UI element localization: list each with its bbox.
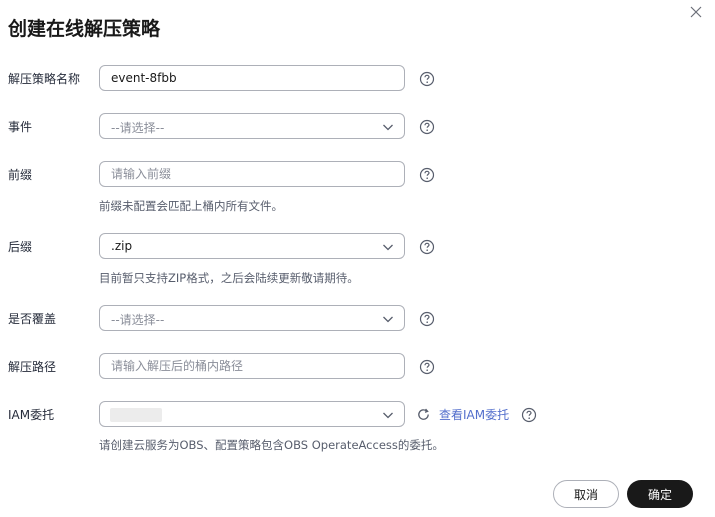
suffix-label: 后缀 (8, 240, 33, 254)
chevron-down-icon (383, 244, 393, 251)
iam-agency-label: IAM委托 (8, 408, 55, 422)
event-select-placeholder: --请选择-- (111, 121, 165, 135)
overwrite-label: 是否覆盖 (8, 312, 57, 326)
chevron-down-icon (383, 316, 393, 323)
decompress-path-label: 解压路径 (8, 360, 57, 374)
event-row: 事件 --请选择-- (0, 113, 715, 141)
decompress-path-field[interactable] (99, 353, 405, 379)
overwrite-select[interactable]: --请选择-- (99, 305, 405, 331)
prefix-label: 前缀 (8, 168, 33, 182)
prefix-row: 前缀 (0, 161, 715, 189)
policy-name-label: 解压策略名称 (8, 72, 81, 86)
chevron-down-icon (383, 124, 393, 131)
suffix-hint: 目前暂只支持ZIP格式，之后会陆续更新敬请期待。 (99, 271, 359, 285)
iam-agency-hint: 请创建云服务为OBS、配置策略包含OBS OperateAccess的委托。 (99, 438, 444, 452)
overwrite-select-placeholder: --请选择-- (111, 313, 165, 327)
iam-agency-select[interactable] (99, 401, 405, 427)
decompress-path-input[interactable] (111, 359, 381, 373)
confirm-button[interactable]: 确定 (627, 480, 693, 508)
suffix-row: 后缀 .zip (0, 233, 715, 261)
question-circle-icon[interactable] (419, 239, 435, 255)
dialog-title: 创建在线解压策略 (8, 18, 161, 40)
question-circle-icon[interactable] (419, 167, 435, 183)
question-circle-icon[interactable] (419, 359, 435, 375)
question-circle-icon[interactable] (419, 71, 435, 87)
policy-name-field[interactable] (99, 65, 405, 91)
question-circle-icon[interactable] (419, 119, 435, 135)
prefix-field[interactable] (99, 161, 405, 187)
question-circle-icon[interactable] (419, 311, 435, 327)
question-circle-icon[interactable] (521, 407, 537, 423)
event-label: 事件 (8, 120, 33, 134)
decompress-path-row: 解压路径 (0, 353, 715, 381)
prefix-hint: 前缀未配置会匹配上桶内所有文件。 (99, 199, 283, 213)
suffix-select-value: .zip (111, 239, 133, 253)
iam-agency-row: IAM委托 查看IAM委托 (0, 401, 715, 429)
event-select[interactable]: --请选择-- (99, 113, 405, 139)
policy-name-row: 解压策略名称 (0, 65, 715, 93)
policy-name-input[interactable] (111, 71, 381, 85)
masked-value (110, 408, 162, 422)
refresh-icon[interactable] (416, 407, 431, 422)
view-iam-agency-link[interactable]: 查看IAM委托 (439, 406, 509, 423)
close-icon[interactable] (688, 4, 704, 20)
suffix-select[interactable]: .zip (99, 233, 405, 259)
overwrite-row: 是否覆盖 --请选择-- (0, 305, 715, 333)
cancel-button[interactable]: 取消 (553, 480, 619, 508)
prefix-input[interactable] (111, 167, 381, 181)
chevron-down-icon (383, 412, 393, 419)
